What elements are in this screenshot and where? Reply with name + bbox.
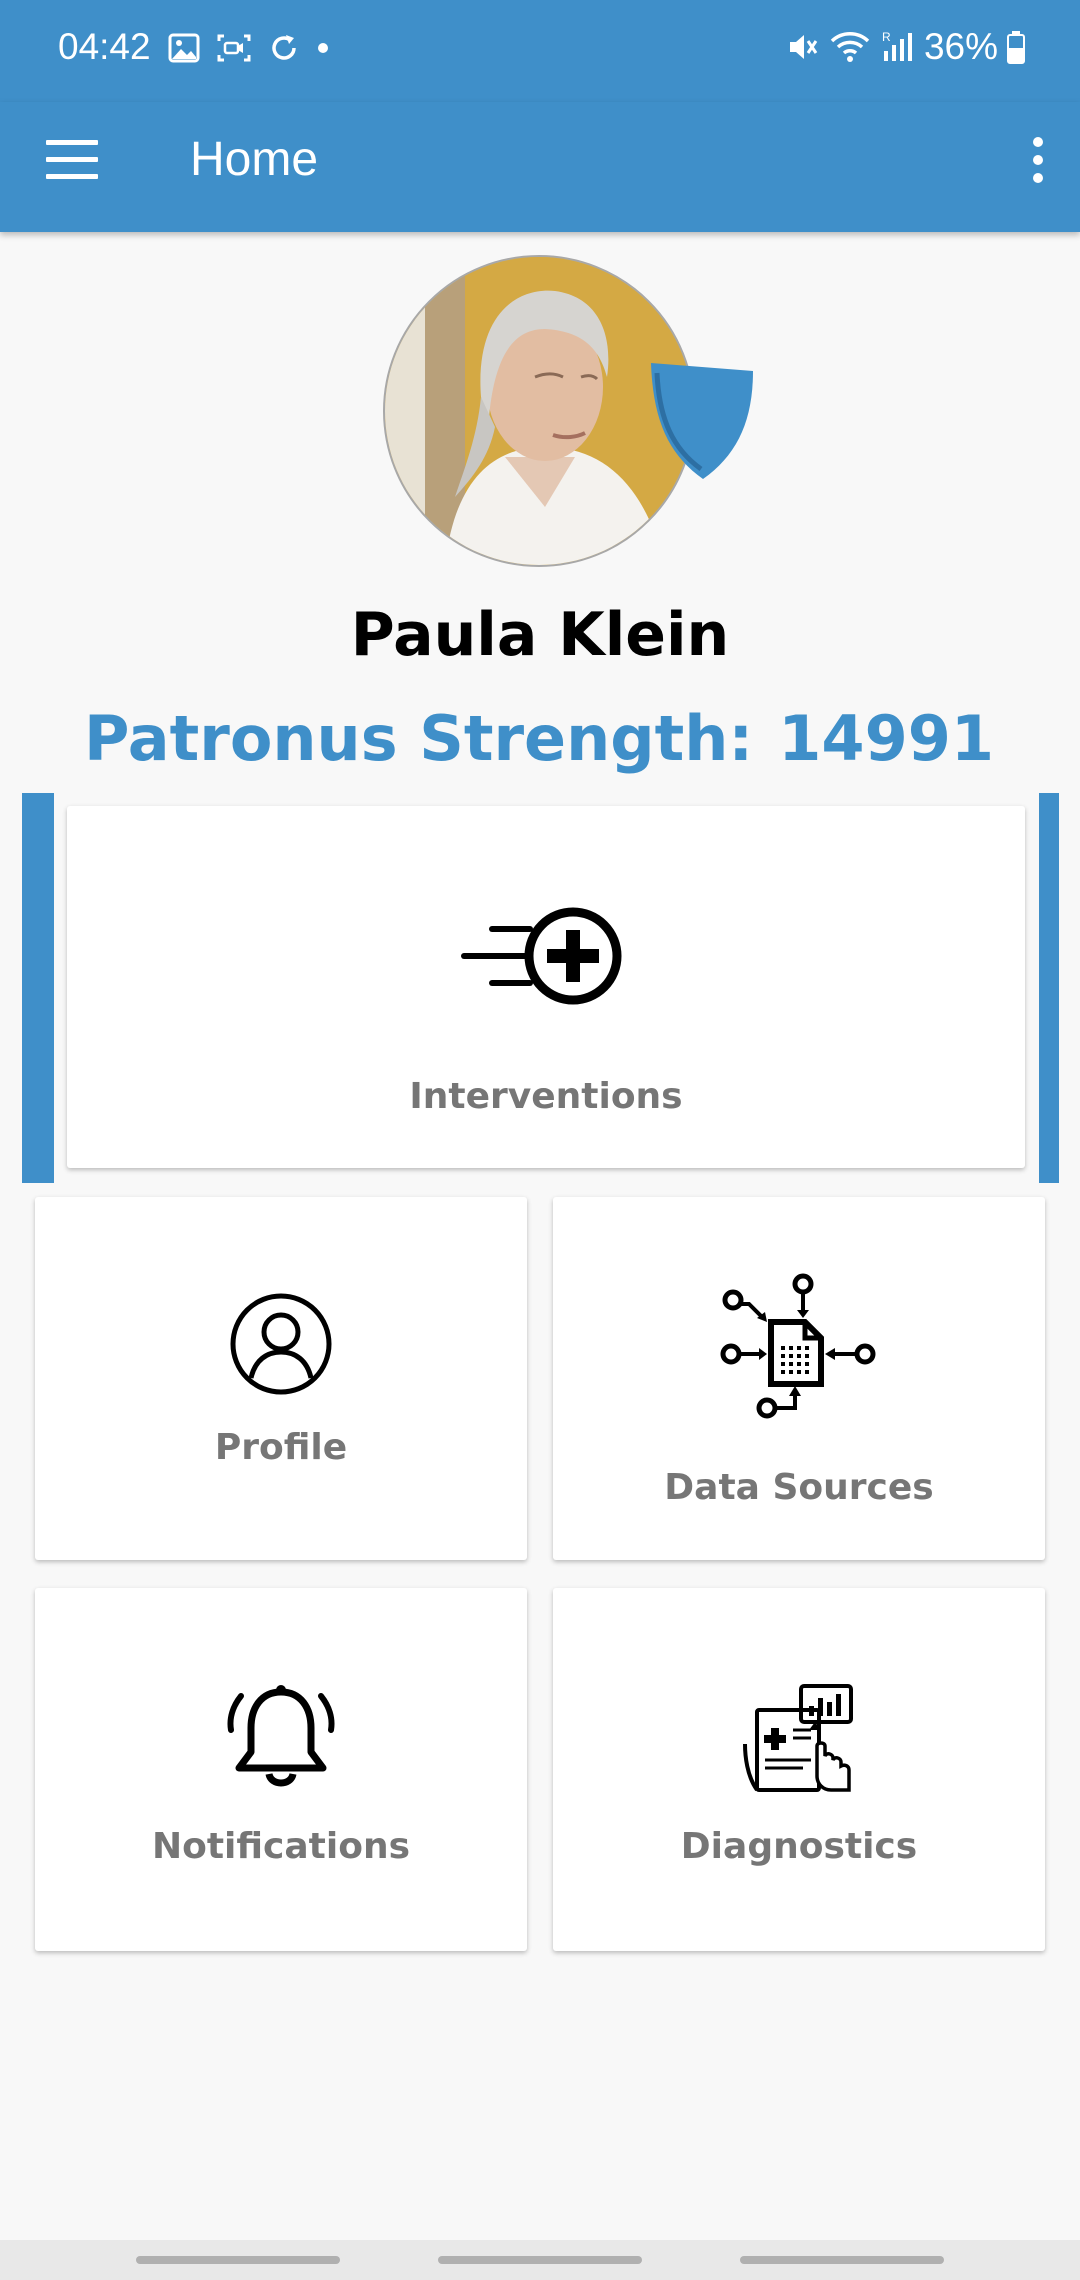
interventions-label: Interventions [409, 1076, 683, 1117]
status-right: R 36% [786, 26, 1026, 68]
user-name: Paula Klein [350, 600, 730, 670]
patronus-strength-value: 14991 [778, 702, 994, 775]
notifications-label: Notifications [151, 1826, 411, 1867]
profile-label: Profile [214, 1427, 348, 1468]
avatar-container[interactable] [383, 255, 753, 567]
bell-ringing-icon [227, 1685, 335, 1787]
mute-icon [789, 35, 818, 59]
diagnostics-label: Diagnostics [680, 1826, 918, 1867]
svg-text:R: R [882, 30, 891, 44]
battery-percent: 36% [923, 26, 998, 67]
medical-report-chart-icon [743, 1684, 853, 1792]
system-navigation-bar [0, 2240, 1080, 2280]
app-bar: Home [0, 102, 1080, 232]
hamburger-menu-icon[interactable] [46, 140, 98, 182]
nav-handle-right[interactable] [740, 2256, 944, 2264]
profile-card[interactable]: Profile [35, 1197, 527, 1560]
image-icon [168, 33, 200, 63]
user-circle-icon [230, 1293, 332, 1395]
signal-icon: R [882, 30, 912, 61]
data-sources-label: Data Sources [664, 1467, 934, 1508]
screen-record-icon [217, 34, 251, 62]
wifi-icon [830, 32, 870, 62]
data-network-document-icon [720, 1273, 876, 1419]
nav-handle-center[interactable] [438, 2256, 642, 2264]
selection-accent-right [1039, 793, 1059, 1183]
page-title: Home [190, 133, 319, 186]
diagnostics-card[interactable]: Diagnostics [553, 1588, 1045, 1951]
status-bar: 04:42 R 36% [0, 0, 1080, 102]
status-left-icons [168, 32, 330, 64]
sync-icon [272, 35, 296, 60]
shield-icon [651, 363, 753, 479]
selection-accent-left [22, 793, 54, 1183]
dot-icon [318, 43, 328, 53]
nav-handle-left[interactable] [136, 2256, 340, 2264]
notifications-card[interactable]: Notifications [35, 1588, 527, 1951]
patronus-strength-label: Patronus Strength: [84, 702, 754, 775]
interventions-card[interactable]: Interventions [67, 806, 1025, 1168]
more-vert-icon[interactable] [1026, 137, 1050, 189]
fast-medical-plus-icon [461, 907, 622, 1005]
status-time: 04:42 [58, 26, 151, 67]
data-sources-card[interactable]: Data Sources [553, 1197, 1045, 1560]
battery-icon [1007, 31, 1025, 64]
